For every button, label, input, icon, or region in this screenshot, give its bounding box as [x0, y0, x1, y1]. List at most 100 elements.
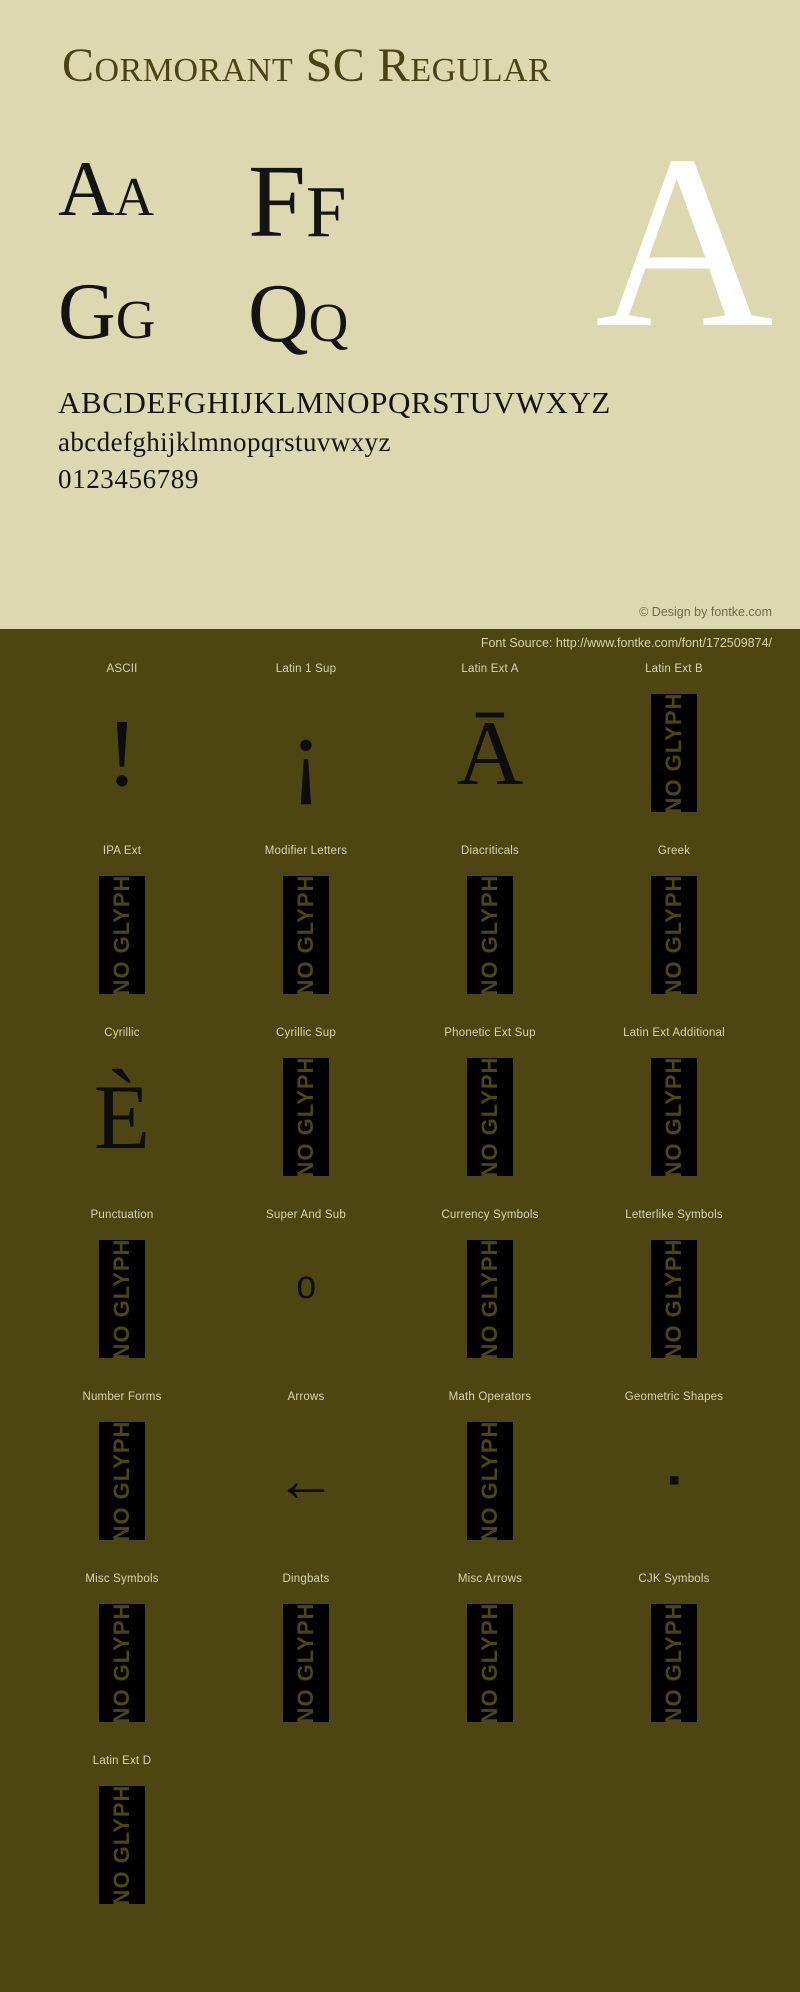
- letter-pair-aa: Aa: [58, 150, 248, 228]
- letter-pair-lower: f: [305, 144, 347, 259]
- unicode-block-label: Latin Ext Additional: [623, 1027, 725, 1039]
- unicode-block-label: Greek: [657, 845, 691, 857]
- unicode-block-label: Latin Ext A: [461, 663, 519, 675]
- no-glyph-label: NO GLYPH: [109, 1786, 134, 1904]
- glyph-sample: ▪: [667, 1462, 681, 1499]
- alphabet-uppercase: ABCDEFGHIJKLMNOPQRSTUVWXYZ: [58, 385, 611, 420]
- glyph-sample: È: [93, 1066, 151, 1168]
- unicode-block-cell[interactable]: Latin Ext Additional NO GLYPH: [582, 1024, 766, 1206]
- unicode-block-glyph-area: NO GLYPH: [30, 1588, 214, 1738]
- no-glyph-placeholder: NO GLYPH: [99, 1240, 145, 1358]
- unicode-block-cell[interactable]: Arrows ←: [214, 1388, 398, 1570]
- unicode-block-label: Phonetic Ext Sup: [444, 1027, 536, 1039]
- unicode-block-cell[interactable]: Currency Symbols NO GLYPH: [398, 1206, 582, 1388]
- unicode-block-glyph-area: ▪: [582, 1406, 766, 1556]
- no-glyph-placeholder: NO GLYPH: [467, 1604, 513, 1722]
- letter-pair-lower: q: [308, 271, 349, 358]
- unicode-block-cell[interactable]: Cyrillic Sup NO GLYPH: [214, 1024, 398, 1206]
- unicode-block-cell[interactable]: Geometric Shapes ▪: [582, 1388, 766, 1570]
- unicode-block-glyph-area: NO GLYPH: [214, 1588, 398, 1738]
- unicode-block-glyph-area: NO GLYPH: [582, 1224, 766, 1374]
- no-glyph-label: NO GLYPH: [109, 876, 134, 994]
- unicode-block-label: Dingbats: [282, 1573, 330, 1585]
- letter-pair-row: Gg Qq: [58, 272, 478, 394]
- no-glyph-label: NO GLYPH: [293, 1058, 318, 1176]
- unicode-block-cell[interactable]: ASCII!: [30, 660, 214, 842]
- unicode-block-label: Misc Symbols: [85, 1573, 159, 1585]
- no-glyph-placeholder: NO GLYPH: [99, 876, 145, 994]
- unicode-block-label: Misc Arrows: [457, 1573, 523, 1585]
- unicode-block-cell[interactable]: Latin 1 Sup ¡: [214, 660, 398, 842]
- no-glyph-placeholder: NO GLYPH: [99, 1786, 145, 1904]
- unicode-block-row: ASCII! Latin 1 Sup ¡ Latin Ext A Ā Latin Ext …: [0, 660, 800, 842]
- unicode-block-cell[interactable]: Math Operators NO GLYPH: [398, 1388, 582, 1570]
- unicode-block-cell[interactable]: Phonetic Ext Sup NO GLYPH: [398, 1024, 582, 1206]
- copyright-notice: © Design by fontke.com: [639, 605, 772, 619]
- letter-pair-upper: A: [58, 145, 115, 232]
- unicode-block-cell[interactable]: Latin Ext B NO GLYPH: [582, 660, 766, 842]
- unicode-block-glyph-area: NO GLYPH: [398, 1588, 582, 1738]
- no-glyph-placeholder: NO GLYPH: [467, 1422, 513, 1540]
- letter-pair-grid: Aa Ff Gg Qq: [58, 150, 478, 394]
- letter-pair-qq: Qq: [248, 272, 438, 356]
- unicode-block-cell[interactable]: Misc Symbols NO GLYPH: [30, 1570, 214, 1752]
- letter-pair-row: Aa Ff: [58, 150, 478, 272]
- unicode-block-cell[interactable]: Diacriticals NO GLYPH: [398, 842, 582, 1024]
- unicode-block-cell[interactable]: Latin Ext D NO GLYPH: [30, 1752, 214, 1934]
- unicode-block-cell[interactable]: Punctuation NO GLYPH: [30, 1206, 214, 1388]
- unicode-block-glyph-area: !: [30, 678, 214, 828]
- no-glyph-placeholder: NO GLYPH: [283, 1058, 329, 1176]
- no-glyph-label: NO GLYPH: [109, 1240, 134, 1358]
- unicode-block-label: Latin 1 Sup: [275, 663, 337, 675]
- unicode-block-label: Geometric Shapes: [624, 1391, 724, 1403]
- unicode-block-cell[interactable]: CJK Symbols NO GLYPH: [582, 1570, 766, 1752]
- no-glyph-label: NO GLYPH: [661, 876, 686, 994]
- unicode-block-glyph-area: È: [30, 1042, 214, 1192]
- glyph-sample: ⁰: [295, 1270, 317, 1327]
- unicode-block-label: Letterlike Symbols: [625, 1209, 723, 1221]
- unicode-block-glyph-area: NO GLYPH: [398, 860, 582, 1010]
- unicode-block-label: Math Operators: [448, 1391, 532, 1403]
- no-glyph-placeholder: NO GLYPH: [99, 1604, 145, 1722]
- unicode-block-row: Punctuation NO GLYPH Super And Sub ⁰ Currenc…: [0, 1206, 800, 1388]
- letter-pair-upper: G: [58, 268, 116, 356]
- no-glyph-placeholder: NO GLYPH: [651, 876, 697, 994]
- unicode-block-cell[interactable]: Super And Sub ⁰: [214, 1206, 398, 1388]
- unicode-block-cell[interactable]: IPA Ext NO GLYPH: [30, 842, 214, 1024]
- unicode-block-label: Diacriticals: [461, 845, 519, 857]
- unicode-block-cell[interactable]: Misc Arrows NO GLYPH: [398, 1570, 582, 1752]
- unicode-block-cell[interactable]: Letterlike Symbols NO GLYPH: [582, 1206, 766, 1388]
- unicode-block-glyph-area: NO GLYPH: [30, 1406, 214, 1556]
- unicode-block-cell[interactable]: Number Forms NO GLYPH: [30, 1388, 214, 1570]
- unicode-block-glyph-area: NO GLYPH: [30, 1770, 214, 1920]
- unicode-block-label: Latin Ext B: [645, 663, 703, 675]
- unicode-block-glyph-area: NO GLYPH: [30, 860, 214, 1010]
- unicode-block-label: Super And Sub: [266, 1209, 346, 1221]
- unicode-block-glyph-area: NO GLYPH: [398, 1406, 582, 1556]
- no-glyph-label: NO GLYPH: [109, 1604, 134, 1722]
- unicode-block-row: IPA Ext NO GLYPH Modifier Letters NO GLYPH D…: [0, 842, 800, 1024]
- no-glyph-placeholder: NO GLYPH: [283, 1604, 329, 1722]
- no-glyph-label: NO GLYPH: [293, 876, 318, 994]
- unicode-block-cell[interactable]: Cyrillic È: [30, 1024, 214, 1206]
- glyph-sample: ←: [275, 1447, 337, 1515]
- letter-pair-ff: Ff: [248, 150, 438, 254]
- unicode-block-cell[interactable]: Greek NO GLYPH: [582, 842, 766, 1024]
- no-glyph-placeholder: NO GLYPH: [651, 1604, 697, 1722]
- no-glyph-placeholder: NO GLYPH: [651, 1058, 697, 1176]
- unicode-block-cell[interactable]: Latin Ext A Ā: [398, 660, 582, 842]
- unicode-block-glyph-area: NO GLYPH: [398, 1224, 582, 1374]
- unicode-block-glyph-area: NO GLYPH: [214, 860, 398, 1010]
- alphabet-block: ABCDEFGHIJKLMNOPQRSTUVWXYZ abcdefghijklm…: [58, 382, 758, 499]
- glyph-sample: !: [106, 699, 138, 806]
- unicode-block-glyph-area: NO GLYPH: [582, 1588, 766, 1738]
- letter-pair-lower: g: [115, 268, 156, 355]
- unicode-block-cell[interactable]: Modifier Letters NO GLYPH: [214, 842, 398, 1024]
- unicode-block-label: IPA Ext: [102, 845, 142, 857]
- unicode-block-label: Punctuation: [90, 1209, 154, 1221]
- unicode-block-label: Cyrillic: [104, 1027, 140, 1039]
- unicode-block-label: Modifier Letters: [264, 845, 348, 857]
- unicode-block-glyph-area: Ā: [398, 678, 582, 828]
- unicode-block-row: Number Forms NO GLYPH Arrows ← Math Operator…: [0, 1388, 800, 1570]
- unicode-block-cell[interactable]: Dingbats NO GLYPH: [214, 1570, 398, 1752]
